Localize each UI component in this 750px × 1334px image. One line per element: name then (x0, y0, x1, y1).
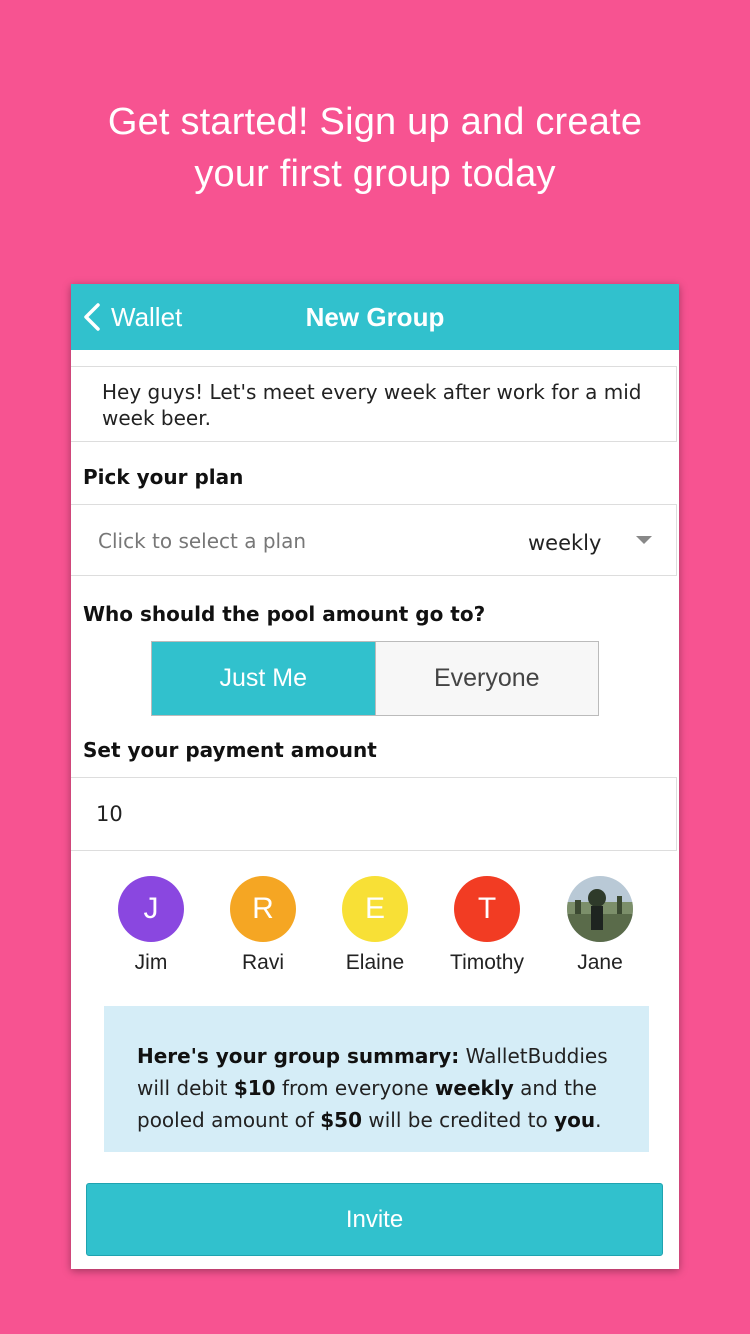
avatar-photo (567, 876, 633, 942)
plan-label: Pick your plan (83, 465, 244, 489)
just-me-option[interactable]: Just Me (152, 642, 375, 715)
summary-amount: $10 (233, 1076, 276, 1100)
member-elaine[interactable]: E Elaine (320, 876, 430, 975)
summary-pooled: $50 (320, 1108, 362, 1132)
invite-button[interactable]: Invite (86, 1183, 663, 1256)
plan-select[interactable]: Click to select a plan weekly (71, 504, 677, 576)
member-ravi[interactable]: R Ravi (208, 876, 318, 975)
member-jim[interactable]: J Jim (96, 876, 206, 975)
profile-photo-icon (567, 876, 633, 942)
caret-down-icon (636, 536, 652, 544)
plan-selected-value: weekly (528, 531, 602, 555)
avatar: R (230, 876, 296, 942)
member-name: Ravi (241, 951, 284, 974)
member-jane[interactable]: Jane (545, 876, 655, 975)
group-message-input[interactable]: Hey guys! Let's meet every week after wo… (71, 366, 677, 442)
payment-label: Set your payment amount (83, 738, 377, 762)
member-list: J Jim R Ravi E Elaine T Timothy Jane (71, 876, 679, 986)
member-name: Jim (134, 951, 168, 974)
avatar: J (118, 876, 184, 942)
page-title: New Group (305, 302, 445, 332)
pool-label: Who should the pool amount go to? (83, 602, 486, 626)
member-name: Elaine (345, 951, 405, 974)
summary-text: from everyone (275, 1076, 435, 1100)
plan-placeholder: Click to select a plan (98, 529, 307, 553)
summary-heading: Here's your group summary: (137, 1044, 460, 1068)
payment-amount-input[interactable]: 10 (71, 777, 677, 851)
summary-recipient: you (554, 1108, 596, 1132)
group-summary: Here's your group summary: WalletBuddies… (104, 1006, 649, 1152)
member-timothy[interactable]: T Timothy (432, 876, 542, 975)
summary-frequency: weekly (434, 1076, 514, 1100)
headline: Get started! Sign up and create your fir… (0, 96, 750, 200)
app-screen: Wallet New Group Hey guys! Let's meet ev… (71, 284, 679, 1269)
pool-recipient-toggle: Just Me Everyone (151, 641, 599, 716)
summary-text: . (595, 1108, 602, 1132)
avatar: E (342, 876, 408, 942)
headline-line-1: Get started! Sign up and create (107, 101, 643, 143)
navigation-bar: Wallet New Group (71, 284, 679, 350)
avatar: T (454, 876, 520, 942)
everyone-option[interactable]: Everyone (374, 642, 598, 715)
summary-text: will be credited to (362, 1108, 555, 1132)
member-name: Jane (577, 951, 623, 974)
member-name: Timothy (450, 951, 524, 974)
headline-line-2: your first group today (194, 153, 556, 195)
